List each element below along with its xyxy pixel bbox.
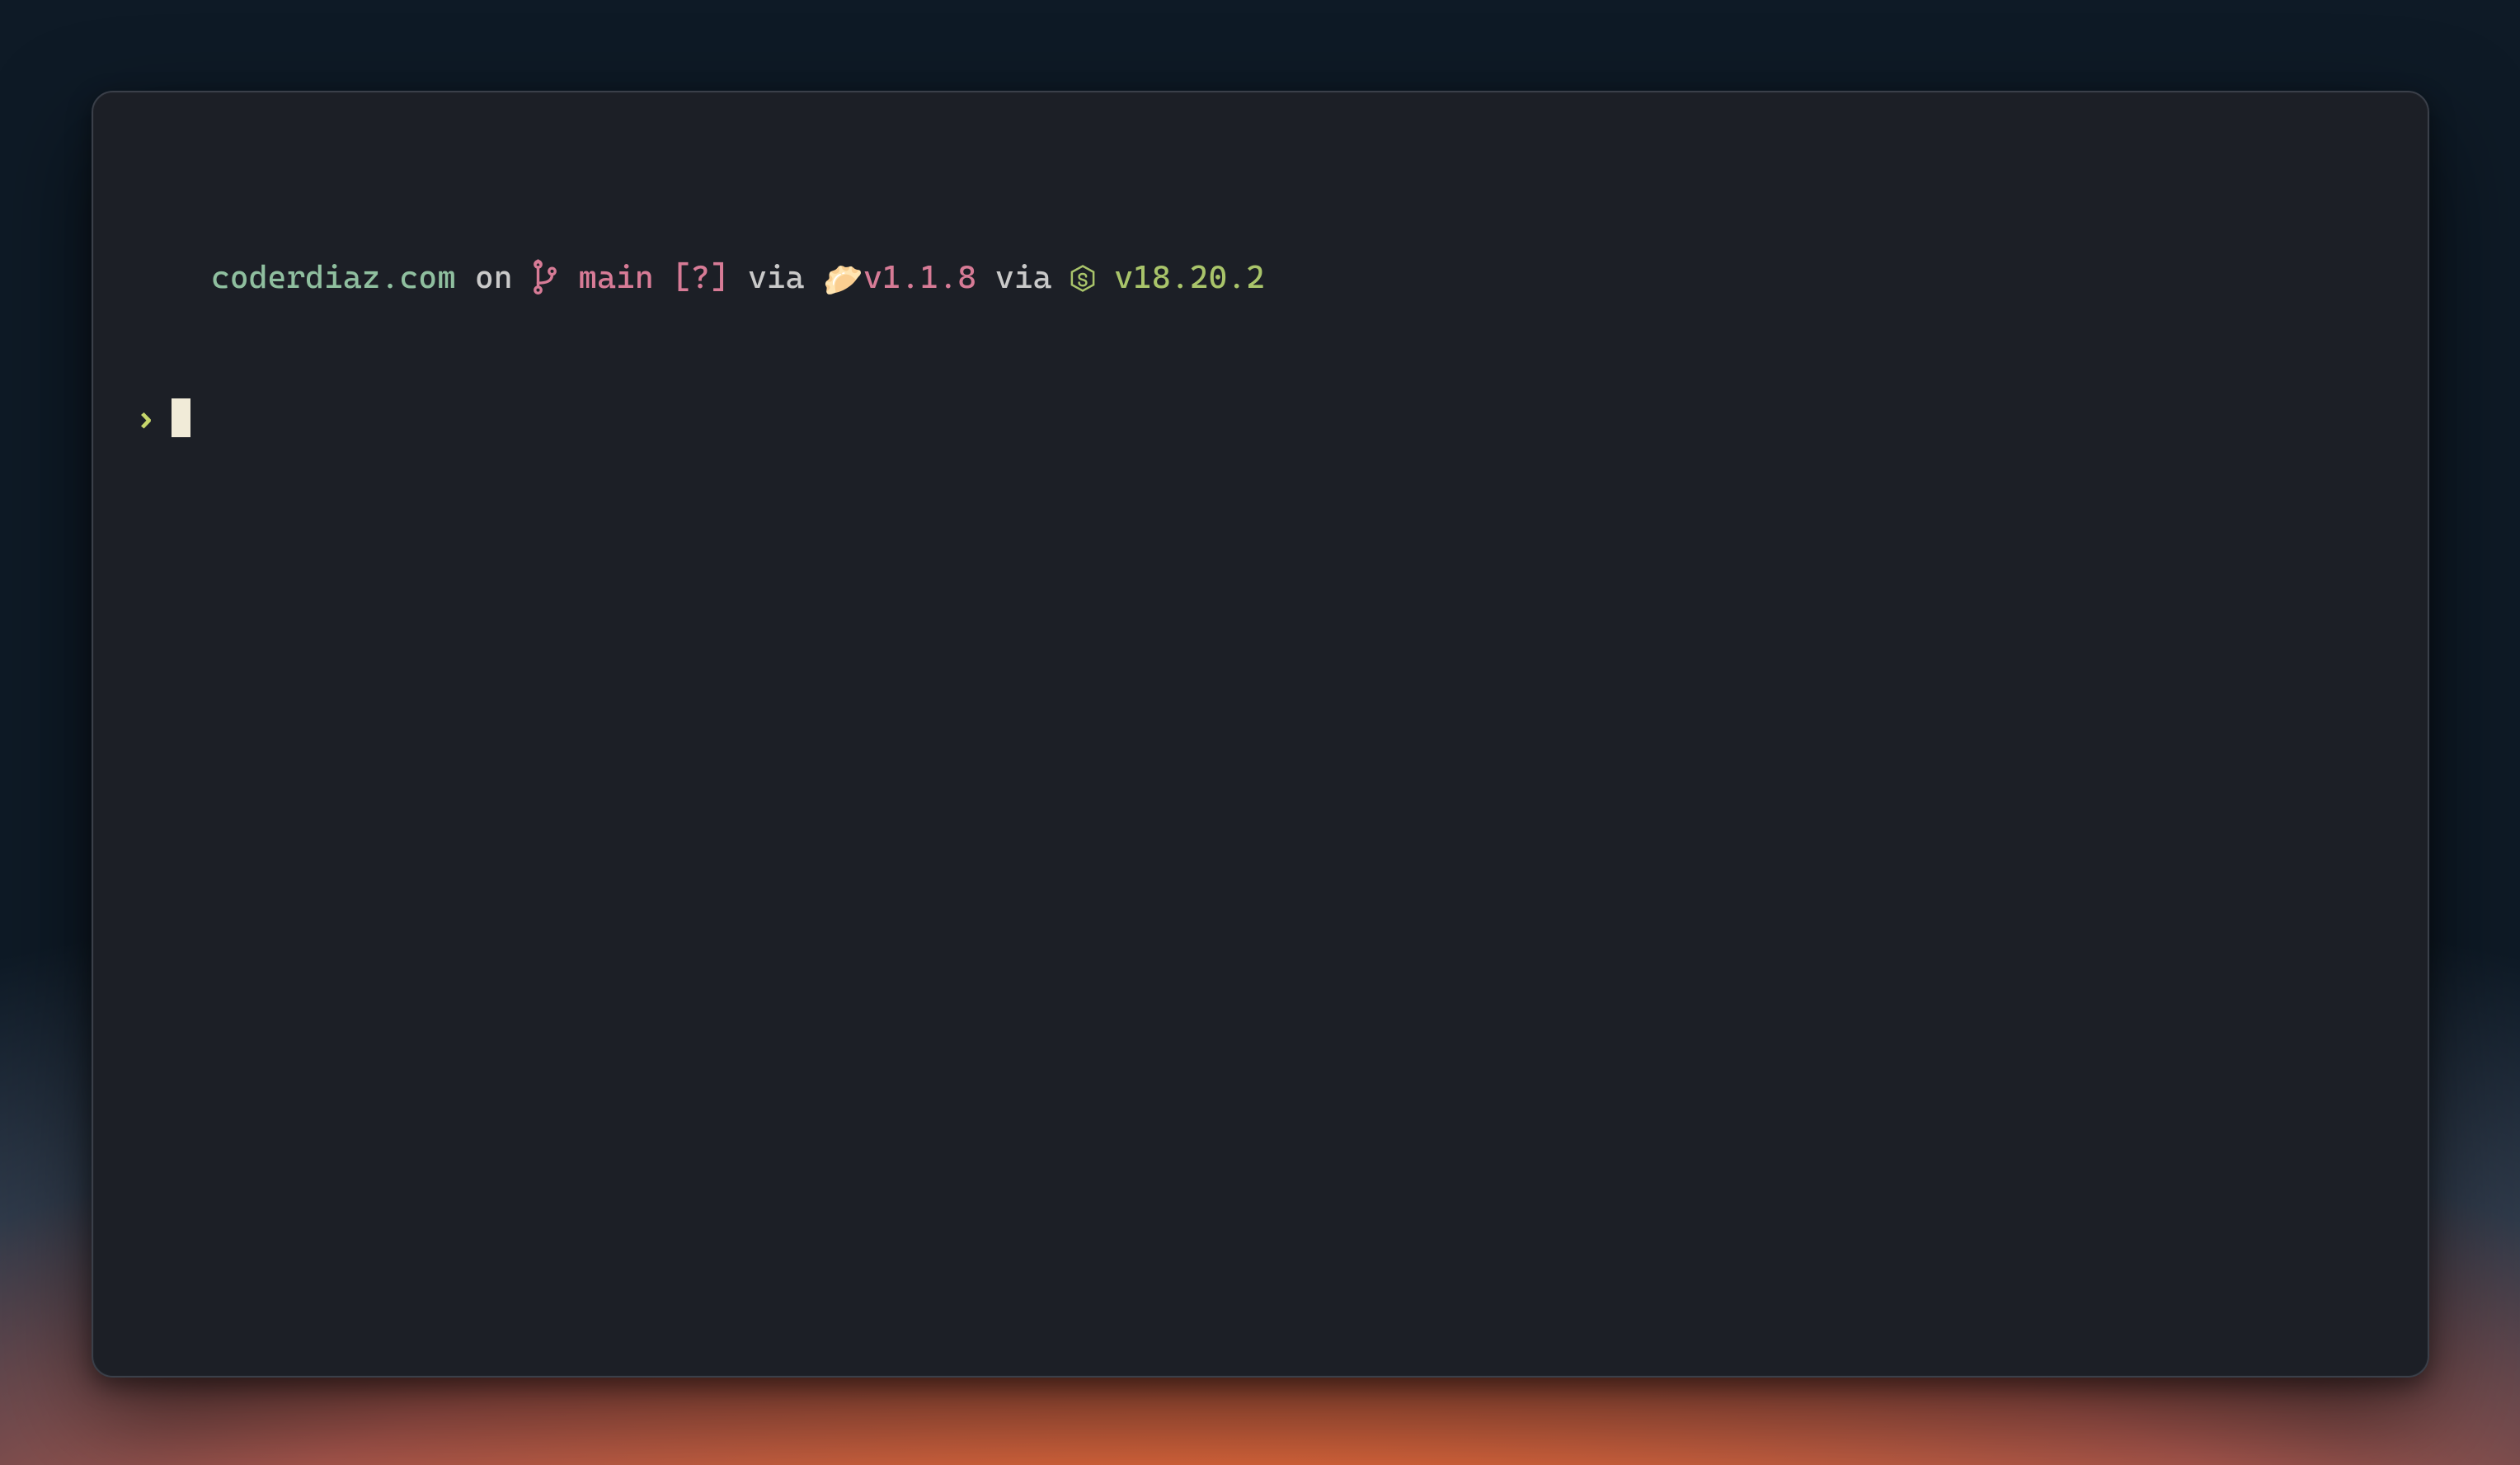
bun-icon: 🥟: [823, 258, 863, 305]
command-input-line[interactable]: ›: [136, 394, 2385, 442]
bun-version: v1.1.8: [863, 259, 976, 296]
git-status: [?]: [673, 259, 730, 296]
git-branch-icon: [531, 258, 559, 310]
git-branch-name: main: [578, 259, 653, 296]
via-label-2: via: [995, 259, 1052, 296]
prompt-chevron-icon: ›: [136, 394, 155, 442]
terminal-window[interactable]: coderdiaz.com on main [?] via 🥟v1.1.8 vi…: [92, 91, 2429, 1378]
on-label: on: [475, 259, 513, 296]
node-hexagon-icon: [1070, 259, 1095, 306]
via-label-1: via: [748, 259, 805, 296]
shell-prompt-line: coderdiaz.com on main [?] via 🥟v1.1.8 vi…: [136, 208, 2385, 356]
working-directory: coderdiaz.com: [211, 259, 456, 296]
text-cursor: [172, 398, 190, 437]
node-version: v18.20.2: [1114, 259, 1265, 296]
